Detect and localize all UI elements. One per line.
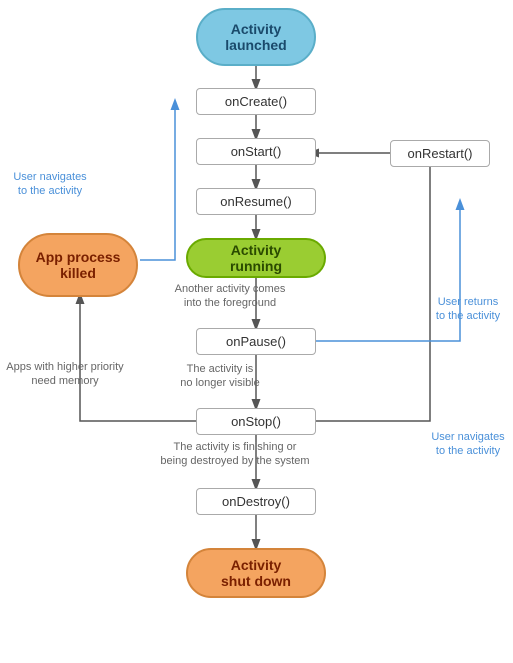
on-create-label: onCreate() — [225, 94, 287, 109]
activity-running-label: Activity running — [230, 242, 282, 274]
on-restart-node: onRestart() — [390, 140, 490, 167]
diagram: Activity launched onCreate() onStart() o… — [0, 0, 513, 663]
on-restart-label: onRestart() — [407, 146, 472, 161]
annotation-finishing: The activity is finishing or being destr… — [140, 440, 330, 469]
on-create-node: onCreate() — [196, 88, 316, 115]
on-resume-node: onResume() — [196, 188, 316, 215]
on-stop-label: onStop() — [231, 414, 281, 429]
activity-shutdown-label: Activity shut down — [221, 557, 291, 589]
annotation-apps-higher-priority: Apps with higher priority need memory — [0, 360, 130, 389]
on-destroy-node: onDestroy() — [196, 488, 316, 515]
on-resume-label: onResume() — [220, 194, 292, 209]
activity-launched-label: Activity launched — [225, 21, 286, 53]
on-stop-node: onStop() — [196, 408, 316, 435]
annotation-another-activity: Another activity comes into the foregrou… — [155, 282, 305, 311]
activity-launched-node: Activity launched — [196, 8, 316, 66]
on-pause-label: onPause() — [226, 334, 286, 349]
on-pause-node: onPause() — [196, 328, 316, 355]
activity-running-node: Activity running — [186, 238, 326, 278]
on-start-node: onStart() — [196, 138, 316, 165]
app-process-killed-node: App process killed — [18, 233, 138, 297]
annotation-user-returns: User returns to the activity — [428, 295, 508, 324]
annotation-no-longer-visible: The activity is no longer visible — [155, 362, 285, 391]
annotation-user-navigates-right: User navigates to the activity — [428, 430, 508, 459]
on-destroy-label: onDestroy() — [222, 494, 290, 509]
on-start-label: onStart() — [231, 144, 282, 159]
annotation-user-navigates-left: User navigates to the activity — [10, 170, 90, 199]
activity-shutdown-node: Activity shut down — [186, 548, 326, 598]
app-process-killed-label: App process killed — [36, 249, 121, 281]
